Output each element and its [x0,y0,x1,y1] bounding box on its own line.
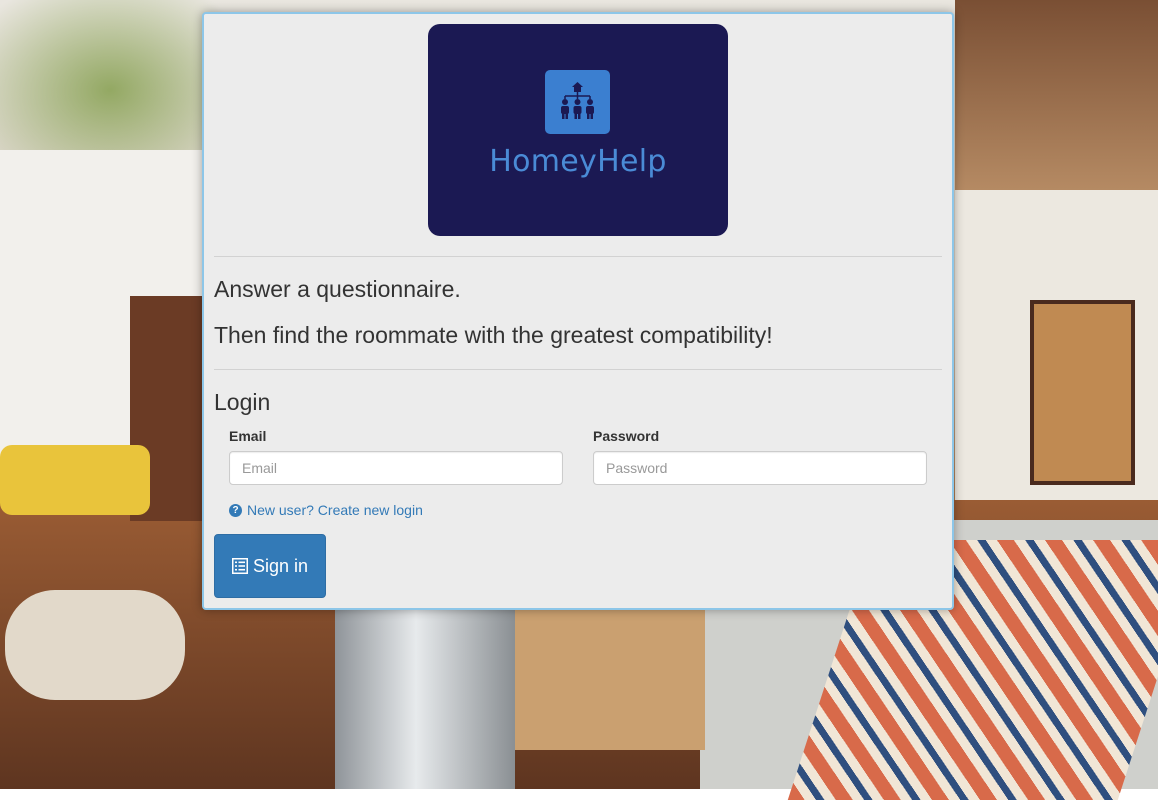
brand-logo: HomeyHelp [428,24,728,236]
tagline: Answer a questionnaire. [214,276,461,302]
background-chair [5,590,185,700]
tagline: Then find the roommate with the greatest… [214,322,773,348]
people-hierarchy-icon [545,70,610,134]
password-field[interactable] [593,451,927,485]
create-login-link[interactable]: ? New user? Create new login [229,502,423,518]
background-sofa [0,445,150,515]
email-field[interactable] [229,451,563,485]
sign-in-label: Sign in [252,555,309,576]
question-circle-icon: ? [229,503,242,517]
background-crate [515,610,705,750]
login-panel: HomeyHelp Answer a questionnaire. Then f… [202,12,954,610]
login-heading: Login [214,389,271,415]
password-label: Password [593,428,660,444]
background-ceiling [955,0,1158,190]
divider [214,256,942,257]
sign-in-button[interactable]: Sign in [214,534,326,598]
email-label: Email [229,428,267,444]
background-planter [335,610,515,789]
list-icon [231,558,248,574]
brand-name: HomeyHelp [489,144,667,179]
divider [214,369,942,370]
create-login-link-label: New user? Create new login [247,502,423,518]
background-door [1030,300,1135,485]
